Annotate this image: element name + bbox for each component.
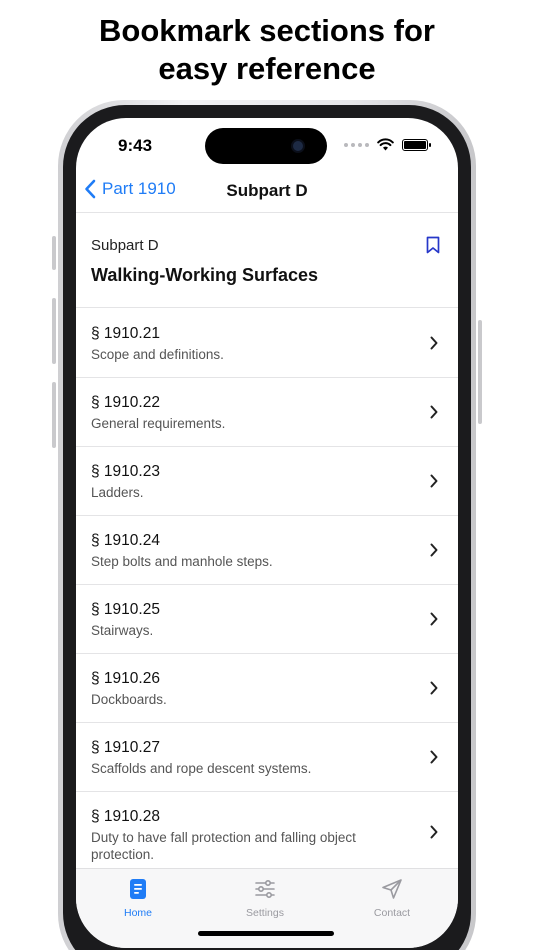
bookmark-button[interactable] (426, 236, 440, 259)
phone-power-button (478, 320, 482, 424)
book-icon (130, 879, 146, 899)
tab-bar: Home Settings Contact (76, 868, 458, 948)
section-description: Ladders. (91, 485, 144, 500)
subpart-header: Subpart D Walking-Working Surfaces (76, 214, 458, 308)
navigation-bar: Part 1910 Subpart D (76, 173, 458, 213)
section-row[interactable]: § 1910.25 Stairways. (76, 585, 458, 654)
subpart-title: Walking-Working Surfaces (91, 265, 319, 285)
section-description: Stairways. (91, 623, 154, 638)
section-number: § 1910.28 (91, 808, 160, 825)
status-indicators (344, 138, 431, 151)
home-indicator[interactable] (198, 931, 334, 936)
section-description: General requirements. (91, 416, 226, 431)
section-row[interactable]: § 1910.23 Ladders. (76, 447, 458, 516)
chevron-right-icon (430, 336, 438, 350)
chevron-right-icon (430, 543, 438, 557)
phone-action-button (52, 236, 56, 270)
signal-icon (344, 142, 369, 147)
headline-line-1: Bookmark sections for (99, 13, 435, 48)
marketing-headline: Bookmark sections for easy reference (0, 12, 534, 88)
phone-volume-up (52, 298, 56, 364)
wifi-icon (377, 138, 394, 151)
back-label: Part 1910 (102, 179, 176, 198)
section-row[interactable]: § 1910.28 Duty to have fall protection a… (76, 792, 458, 868)
sliders-icon (255, 880, 275, 898)
battery-icon (402, 138, 431, 151)
chevron-right-icon (430, 681, 438, 695)
tab-settings[interactable]: Settings (220, 875, 310, 919)
tab-home-label: Home (123, 907, 152, 919)
section-number: § 1910.21 (91, 325, 160, 342)
chevron-right-icon (430, 474, 438, 488)
tab-settings-label: Settings (246, 907, 284, 919)
chevron-right-icon (430, 405, 438, 419)
section-description: Scope and definitions. (91, 347, 224, 362)
chevron-right-icon (430, 825, 438, 839)
headline-line-2: easy reference (158, 51, 376, 86)
section-row[interactable]: § 1910.26 Dockboards. (76, 654, 458, 723)
section-number: § 1910.24 (91, 532, 160, 549)
app-screen: 9:43 Part 1910 Subpart D Subpart D Walki… (76, 118, 458, 948)
section-row[interactable]: § 1910.24 Step bolts and manhole steps. (76, 516, 458, 585)
section-number: § 1910.27 (91, 739, 160, 756)
section-list: § 1910.21 Scope and definitions. § 1910.… (76, 309, 458, 868)
section-row[interactable]: § 1910.27 Scaffolds and rope descent sys… (76, 723, 458, 792)
section-description: Scaffolds and rope descent systems. (91, 761, 312, 776)
section-row[interactable]: § 1910.22 General requirements. (76, 378, 458, 447)
dynamic-island (205, 128, 327, 164)
chevron-right-icon (430, 612, 438, 626)
section-row[interactable]: § 1910.21 Scope and definitions. (76, 309, 458, 378)
section-number: § 1910.26 (91, 670, 160, 687)
back-button[interactable]: Part 1910 (84, 179, 176, 199)
phone-volume-down (52, 382, 56, 448)
section-number: § 1910.23 (91, 463, 160, 480)
chevron-right-icon (430, 750, 438, 764)
status-time: 9:43 (118, 136, 153, 155)
section-number: § 1910.25 (91, 601, 160, 618)
subpart-label: Subpart D (91, 237, 159, 254)
chevron-left-icon (85, 179, 96, 199)
section-number: § 1910.22 (91, 394, 160, 411)
camera-icon (291, 139, 305, 153)
section-description: Duty to have fall protection and falling… (91, 830, 356, 862)
section-description: Dockboards. (91, 692, 167, 707)
paper-plane-icon (382, 879, 402, 899)
tab-contact[interactable]: Contact (347, 875, 437, 919)
tab-home[interactable]: Home (93, 875, 183, 919)
bookmark-icon (426, 236, 440, 254)
section-description: Step bolts and manhole steps. (91, 554, 273, 569)
tab-contact-label: Contact (373, 907, 411, 919)
